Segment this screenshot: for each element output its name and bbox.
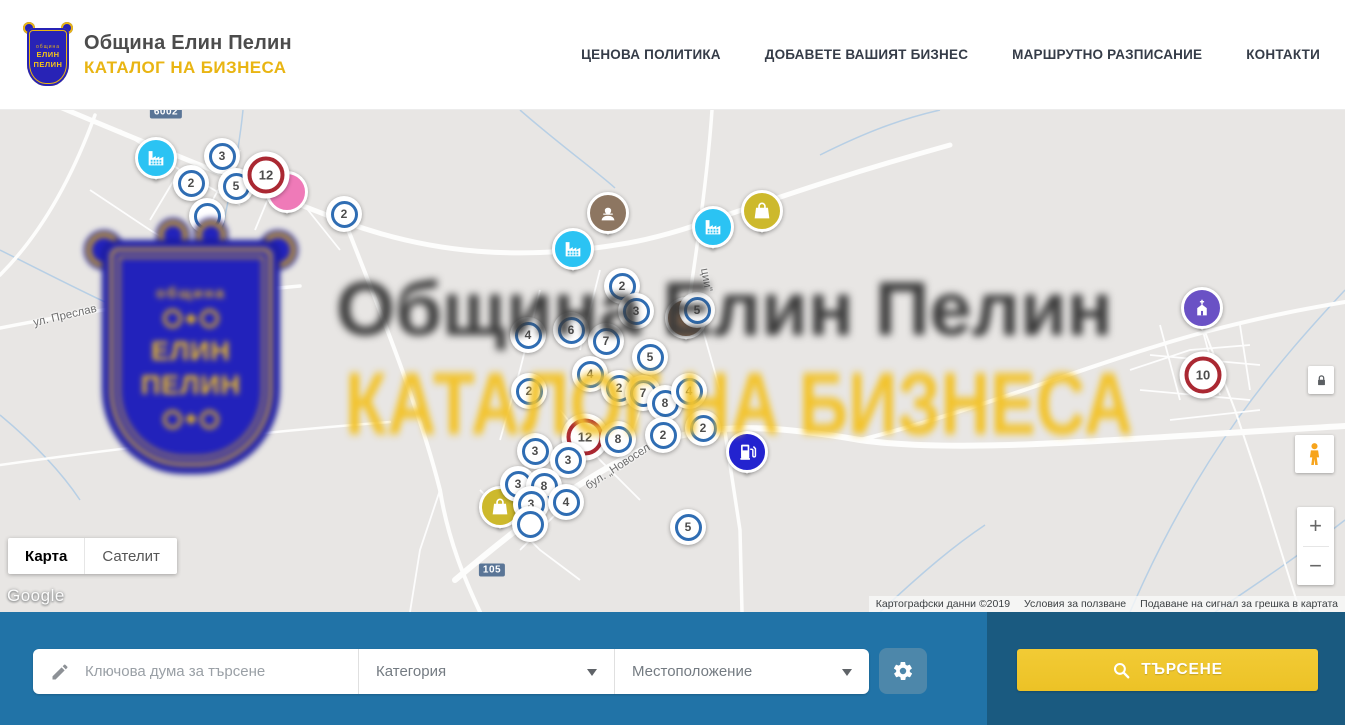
- nav-item-add-business[interactable]: ДОБАВЕТЕ ВАШИЯТ БИЗНЕС: [765, 47, 968, 62]
- map-cluster[interactable]: [512, 506, 548, 542]
- nav-item-schedule[interactable]: МАРШРУТНО РАЗПИСАНИЕ: [1012, 47, 1202, 62]
- attribution-report-link[interactable]: Подаване на сигнал за грешка в картата: [1133, 598, 1345, 610]
- map-pin-factory[interactable]: [692, 206, 734, 248]
- brand[interactable]: община ЕЛИН ПЕЛИН Община Елин Пелин КАТА…: [25, 24, 292, 86]
- search-button[interactable]: ТЪРСЕНЕ: [1017, 649, 1318, 691]
- map-pin-church[interactable]: [1181, 287, 1223, 329]
- cluster-count: 2: [178, 170, 205, 197]
- cluster-count: 2: [331, 201, 358, 228]
- main-nav: ЦЕНОВА ПОЛИТИКА ДОБАВЕТЕ ВАШИЯТ БИЗНЕС М…: [581, 47, 1320, 62]
- category-select[interactable]: Категория: [358, 649, 614, 694]
- shield-ornament: [163, 410, 219, 429]
- keyword-input[interactable]: [83, 662, 358, 681]
- logo-text-line1: ЕЛИН: [36, 51, 59, 60]
- map-cluster[interactable]: 5: [670, 509, 706, 545]
- cluster-count: 12: [248, 157, 285, 194]
- shield-body: община ЕЛИН ПЕЛИН: [102, 240, 280, 474]
- search-bar: Категория Местоположение ТЪРСЕНЕ: [0, 612, 1345, 725]
- map-canvas[interactable]: 6002105ул. Преславбул. „Новоселции" 3251…: [0, 110, 1345, 612]
- nav-item-pricing[interactable]: ЦЕНОВА ПОЛИТИКА: [581, 47, 721, 62]
- search-icon: [1112, 661, 1131, 680]
- map-cluster[interactable]: 2: [326, 196, 362, 232]
- watermark-subtitle: КАТАЛОГ НА БИЗНЕСА: [345, 353, 1133, 455]
- cluster-count: 4: [553, 489, 580, 516]
- logo-text-top: община: [36, 44, 60, 50]
- watermark-shield-logo: община ЕЛИН ПЕЛИН: [88, 222, 294, 474]
- location-select[interactable]: Местоположение: [614, 649, 869, 694]
- map-cluster[interactable]: 10: [1180, 352, 1227, 399]
- map-type-satellite-button[interactable]: Сателит: [85, 538, 177, 574]
- map-pin-factory[interactable]: [552, 228, 594, 270]
- google-logo: Google: [7, 586, 65, 606]
- search-field-group: Категория Местоположение: [33, 649, 869, 694]
- watermark-title: Община Елин Пелин: [336, 266, 1113, 353]
- logo-text-line2: ПЕЛИН: [34, 61, 63, 70]
- map-pin-factory[interactable]: [135, 137, 177, 179]
- street-view-pegman[interactable]: [1295, 435, 1334, 473]
- pegman-icon: [1301, 441, 1328, 468]
- cluster-count: 5: [675, 514, 702, 541]
- category-label: Категория: [376, 663, 446, 680]
- search-button-label: ТЪРСЕНЕ: [1141, 661, 1223, 679]
- zoom-out-button[interactable]: −: [1297, 547, 1334, 586]
- lock-icon: [1314, 373, 1329, 388]
- page: община ЕЛИН ПЕЛИН Община Елин Пелин КАТА…: [0, 0, 1345, 725]
- chevron-down-icon: [587, 669, 597, 681]
- logo-shield: община ЕЛИН ПЕЛИН: [27, 28, 69, 86]
- map-type-control: Карта Сателит: [8, 538, 177, 574]
- map-attribution: Картографски данни ©2019 Условия за полз…: [869, 596, 1345, 612]
- lock-control[interactable]: [1308, 366, 1334, 394]
- cluster-count: 3: [209, 143, 236, 170]
- shield-ornament: [163, 309, 219, 328]
- shield-text-top: община: [156, 285, 226, 302]
- chevron-down-icon: [842, 669, 852, 681]
- road-label: 6002: [150, 110, 182, 119]
- map-cluster[interactable]: 2: [173, 165, 209, 201]
- map-cluster[interactable]: 12: [243, 152, 290, 199]
- brand-title: Община Елин Пелин: [84, 32, 292, 55]
- cluster-count: [517, 511, 544, 538]
- shield-name: ЕЛИН ПЕЛИН: [141, 335, 241, 403]
- pencil-icon: [50, 662, 70, 682]
- municipality-logo: община ЕЛИН ПЕЛИН: [25, 24, 71, 86]
- map-cluster[interactable]: 4: [548, 484, 584, 520]
- header: община ЕЛИН ПЕЛИН Община Елин Пелин КАТА…: [0, 0, 1345, 110]
- zoom-in-button[interactable]: +: [1297, 507, 1334, 546]
- cluster-count: 10: [1185, 357, 1222, 394]
- advanced-settings-button[interactable]: [879, 648, 927, 694]
- gear-icon: [892, 660, 914, 682]
- zoom-control: + −: [1297, 507, 1334, 585]
- road-label: 105: [479, 564, 505, 577]
- attribution-terms-link[interactable]: Условия за ползване: [1017, 598, 1133, 610]
- location-label: Местоположение: [632, 663, 752, 680]
- attribution-copyright: Картографски данни ©2019: [869, 598, 1017, 610]
- map-type-map-button[interactable]: Карта: [8, 538, 85, 574]
- nav-item-contacts[interactable]: КОНТАКТИ: [1246, 47, 1320, 62]
- keyword-field[interactable]: [33, 649, 358, 694]
- map-pin-bag[interactable]: [741, 190, 783, 232]
- brand-subtitle: КАТАЛОГ НА БИЗНЕСА: [84, 58, 292, 78]
